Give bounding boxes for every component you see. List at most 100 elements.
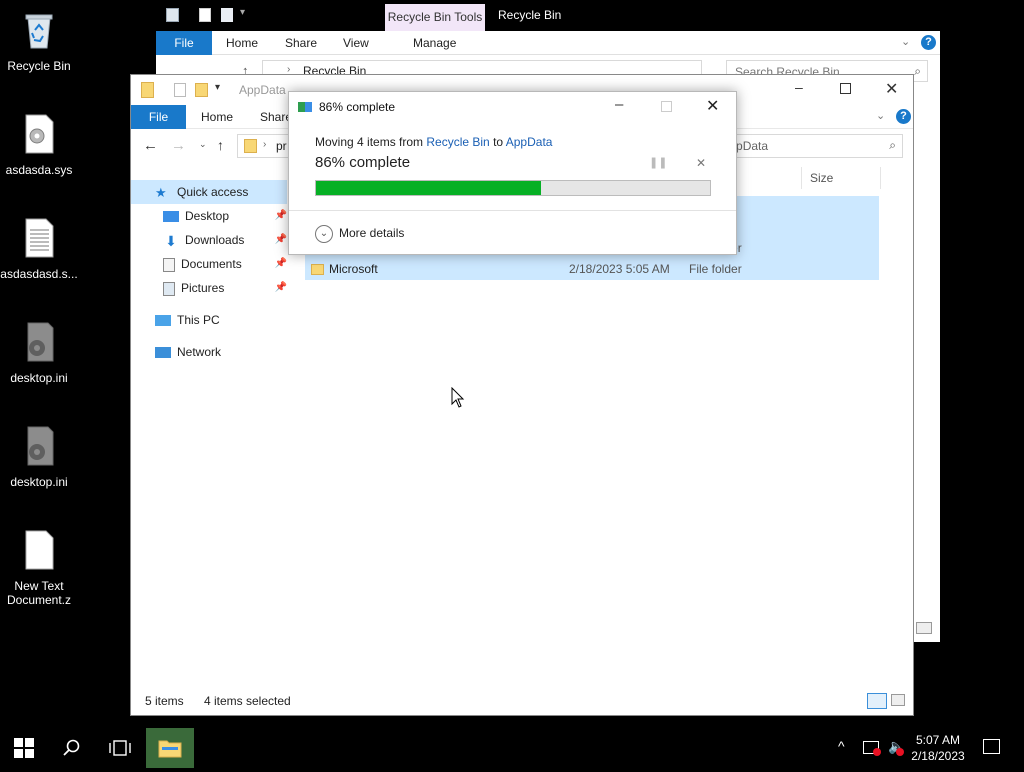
tab-home[interactable]: Home: [226, 31, 258, 55]
search-box[interactable]: h AppData ⌕: [709, 134, 903, 158]
pin-icon[interactable]: 📌: [275, 204, 287, 228]
properties-icon[interactable]: [199, 8, 211, 22]
to-word: to: [489, 135, 506, 149]
move-prefix: Moving 4 items from: [315, 135, 427, 149]
pictures-icon: [163, 281, 175, 296]
show-hidden-icons-button[interactable]: ^: [838, 738, 845, 754]
tab-share[interactable]: Share: [285, 31, 317, 55]
tab-file[interactable]: File: [156, 31, 212, 55]
recycle-bin-tools-tab[interactable]: Recycle Bin Tools: [385, 4, 485, 31]
view-toggle-icon[interactable]: [916, 622, 932, 634]
row-name: Microsoft: [329, 262, 378, 276]
sidebar-label: Desktop: [185, 209, 230, 223]
tab-home[interactable]: Home: [201, 105, 233, 129]
sidebar-label: Documents: [181, 257, 242, 271]
sidebar-item-network[interactable]: Network: [155, 340, 287, 364]
sidebar-item-downloads[interactable]: ⬇ Downloads 📌: [163, 228, 287, 252]
recycle-bin-icon: [166, 8, 179, 22]
chevron-down-icon[interactable]: ▾: [240, 7, 245, 18]
tab-file[interactable]: File: [131, 105, 186, 129]
chevron-down-icon[interactable]: ⌄: [876, 109, 885, 122]
sidebar-item-quick-access[interactable]: ★ Quick access: [131, 180, 287, 204]
sidebar-item-documents[interactable]: Documents 📌: [163, 252, 287, 276]
window-title: Recycle Bin: [498, 8, 562, 22]
up-arrow-icon[interactable]: ↑: [217, 137, 224, 153]
table-row[interactable]: Microsoft 2/18/2023 5:05 AM File folder: [305, 259, 879, 280]
start-button[interactable]: [0, 728, 48, 768]
desktop-icon-ini-1[interactable]: desktop.ini: [0, 322, 78, 385]
pause-button[interactable]: ❚❚: [649, 156, 667, 169]
close-button[interactable]: ✕: [706, 96, 719, 116]
address-bar[interactable]: › pr: [237, 134, 289, 158]
cancel-button[interactable]: ✕: [696, 156, 706, 170]
details-view-icon[interactable]: [867, 693, 887, 709]
help-icon[interactable]: ?: [896, 109, 911, 124]
desktop-icon-label: desktop.ini: [10, 371, 68, 385]
pin-icon[interactable]: 📌: [275, 228, 287, 252]
file-explorer-taskbar-button[interactable]: [146, 728, 194, 768]
chevron-down-icon[interactable]: ▾: [215, 82, 220, 93]
divider: [289, 210, 736, 211]
maximize-button[interactable]: [840, 83, 851, 94]
progress-fill: [316, 181, 541, 195]
blank-file-icon: [25, 530, 54, 570]
pin-icon[interactable]: 📌: [275, 276, 287, 300]
tab-view[interactable]: View: [343, 31, 369, 55]
config-file-icon: [27, 426, 54, 466]
config-file-icon: [27, 322, 54, 362]
desktop-icon-ini-2[interactable]: desktop.ini: [0, 426, 78, 489]
windows-logo-icon: [14, 738, 34, 758]
minimize-button[interactable]: –: [795, 79, 803, 95]
sidebar-item-desktop[interactable]: Desktop 📌: [163, 204, 287, 228]
chevron-right-icon: ›: [263, 139, 267, 150]
forward-arrow-icon[interactable]: →: [171, 137, 186, 154]
close-button[interactable]: ✕: [885, 79, 898, 99]
file-move-icon: [298, 102, 312, 112]
desktop-icon-new-text[interactable]: New Text Document.z: [0, 530, 78, 607]
dialog-title: 86% complete: [319, 100, 396, 114]
network-icon: [155, 347, 171, 359]
more-details-button[interactable]: ⌄ More details: [315, 223, 404, 243]
desktop-icon-label: desktop.ini: [10, 475, 68, 489]
recent-locations-icon[interactable]: ⌄: [199, 139, 207, 150]
status-bar: 5 items 4 items selected: [131, 687, 913, 715]
desktop-icon-label: Recycle Bin: [7, 59, 71, 73]
move-progress-dialog[interactable]: 86% complete – ✕ Moving 4 items from Rec…: [288, 91, 737, 255]
destination-link[interactable]: AppData: [506, 135, 553, 149]
source-link[interactable]: Recycle Bin: [426, 135, 489, 149]
new-folder-icon[interactable]: [195, 83, 208, 97]
search-button[interactable]: [48, 728, 96, 768]
recycle-bin-icon: [25, 14, 53, 49]
help-icon[interactable]: ?: [921, 35, 936, 50]
search-icon: [63, 739, 80, 756]
tab-manage[interactable]: Manage: [413, 31, 456, 55]
maximize-button: [661, 101, 672, 112]
new-folder-icon[interactable]: [221, 8, 233, 22]
taskbar: ^ 🔈 5:07 AM 2/18/2023: [0, 728, 1024, 768]
task-view-button[interactable]: [96, 728, 144, 768]
folder-icon: [141, 82, 154, 98]
desktop-icon-sys-file[interactable]: asdasda.sys: [0, 114, 78, 177]
search-icon: ⌕: [914, 64, 921, 78]
chevron-down-icon[interactable]: ⌄: [901, 35, 910, 48]
desktop-icon-recycle-bin[interactable]: Recycle Bin: [0, 10, 78, 73]
text-file-icon: [25, 218, 54, 258]
sidebar-item-pictures[interactable]: Pictures 📌: [163, 276, 287, 300]
computer-icon: [155, 315, 171, 327]
pin-icon[interactable]: 📌: [275, 252, 287, 276]
properties-icon[interactable]: [174, 83, 186, 97]
back-arrow-icon[interactable]: ←: [143, 137, 158, 154]
column-header-size[interactable]: Size: [801, 167, 881, 189]
large-icons-view-icon[interactable]: [891, 694, 905, 706]
minimize-button[interactable]: –: [615, 96, 623, 113]
clock[interactable]: 5:07 AM 2/18/2023: [904, 732, 972, 764]
desktop-icon-label: New Text Document.z: [6, 579, 72, 607]
sidebar-label: Quick access: [177, 185, 249, 199]
download-arrow-icon: ⬇: [165, 232, 177, 249]
sidebar-item-this-pc[interactable]: This PC: [155, 308, 287, 332]
folder-icon: [244, 139, 257, 153]
action-center-icon[interactable]: [983, 739, 1000, 754]
folder-icon: [311, 264, 324, 275]
progress-status: 86% complete: [315, 154, 411, 171]
desktop-icon-text-file[interactable]: asdasdasd.s...: [0, 218, 78, 281]
